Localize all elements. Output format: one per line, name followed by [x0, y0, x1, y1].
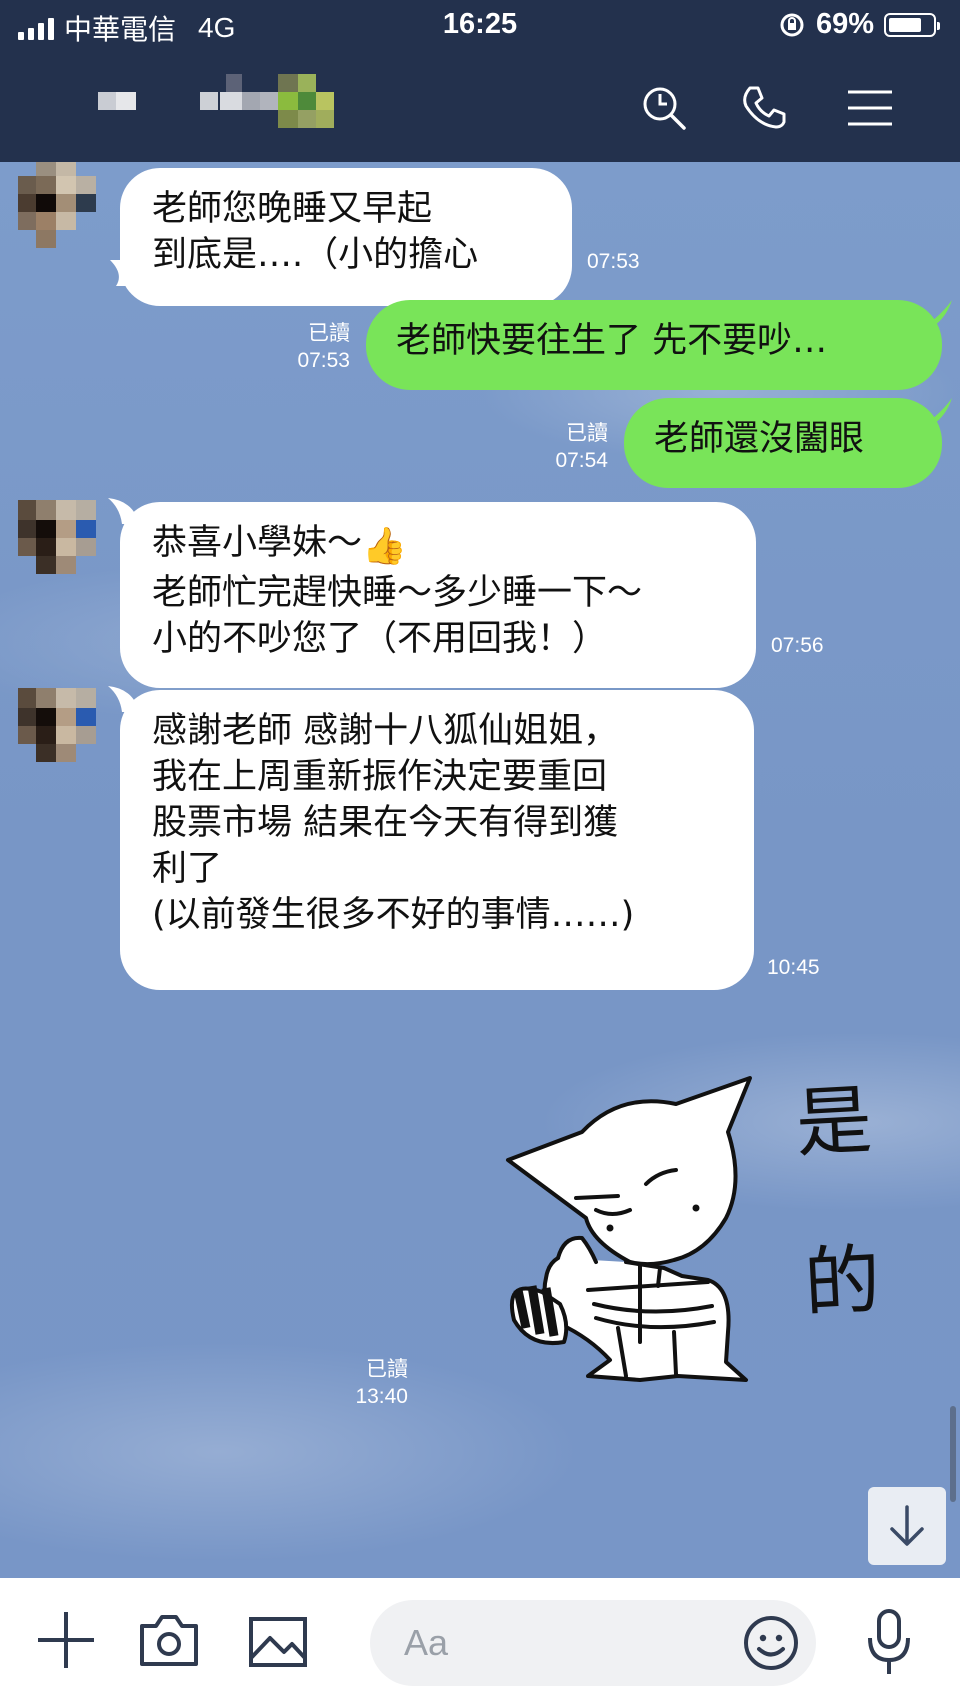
message-bubble-incoming[interactable]: 恭喜小學妹～👍 老師忙完趕快睡～多少睡一下～ 小的不吵您了（不用回我！） — [120, 502, 756, 688]
read-receipt-group: 已讀 13:40 — [336, 1356, 408, 1410]
scroll-to-bottom-button[interactable] — [868, 1487, 946, 1565]
message-time: 07:53 — [587, 250, 640, 273]
read-receipt-group: 已讀 07:54 — [528, 420, 608, 474]
phone-icon[interactable] — [738, 82, 790, 134]
avatar[interactable] — [18, 500, 102, 592]
arrow-down-icon — [890, 1505, 924, 1546]
message-time: 13:40 — [355, 1385, 408, 1408]
contact-name-pixelated[interactable] — [96, 72, 376, 144]
message-bubble-incoming[interactable]: 老師您晚睡又早起 到底是….（小的擔心 — [120, 168, 572, 306]
message-time: 07:54 — [555, 449, 608, 472]
message-bubble-outgoing[interactable]: 老師快要往生了 先不要吵… — [366, 300, 942, 390]
chat-header — [0, 54, 960, 162]
plus-icon[interactable] — [36, 1610, 96, 1670]
message-time: 10:45 — [767, 956, 820, 979]
message-time: 07:56 — [771, 634, 824, 657]
chat-area[interactable]: 老師您晚睡又早起 到底是….（小的擔心 07:53 已讀 07:53 老師快要往… — [0, 162, 960, 1578]
avatar[interactable] — [18, 688, 102, 780]
camera-icon[interactable] — [138, 1614, 200, 1668]
input-bar: Aa — [0, 1578, 960, 1708]
status-bar: 中華電信 4G 16:25 69% — [0, 0, 960, 54]
message-bubble-outgoing[interactable]: 老師還沒闔眼 — [624, 398, 942, 488]
menu-icon[interactable] — [844, 82, 896, 134]
emoji-icon[interactable] — [742, 1614, 800, 1672]
message-text: 恭喜小學妹～ — [152, 523, 363, 563]
scrollbar[interactable] — [950, 1406, 956, 1502]
read-receipt-group: 已讀 07:53 — [270, 320, 350, 374]
microphone-icon[interactable] — [866, 1608, 912, 1676]
image-icon[interactable] — [248, 1616, 308, 1668]
rotation-lock-icon — [780, 13, 804, 36]
read-receipt: 已讀 — [366, 1358, 408, 1381]
read-receipt: 已讀 — [566, 422, 608, 445]
status-right: 69% — [778, 8, 940, 41]
battery-icon — [884, 12, 940, 37]
message-text: 老師忙完趕快睡～多少睡一下～ 小的不吵您了（不用回我！） — [152, 573, 643, 659]
read-receipt: 已讀 — [308, 322, 350, 345]
battery-percent: 69% — [815, 8, 874, 40]
search-icon[interactable] — [638, 82, 690, 134]
sticker[interactable]: 是的 — [500, 1042, 930, 1402]
avatar[interactable] — [18, 162, 102, 248]
thumbs-up-emoji: 👍 — [362, 526, 407, 567]
message-bubble-incoming[interactable]: 感謝老師 感謝十八狐仙姐姐， 我在上周重新振作決定要重回 股票市場 結果在今天有… — [120, 690, 754, 990]
message-time: 07:53 — [297, 349, 350, 372]
